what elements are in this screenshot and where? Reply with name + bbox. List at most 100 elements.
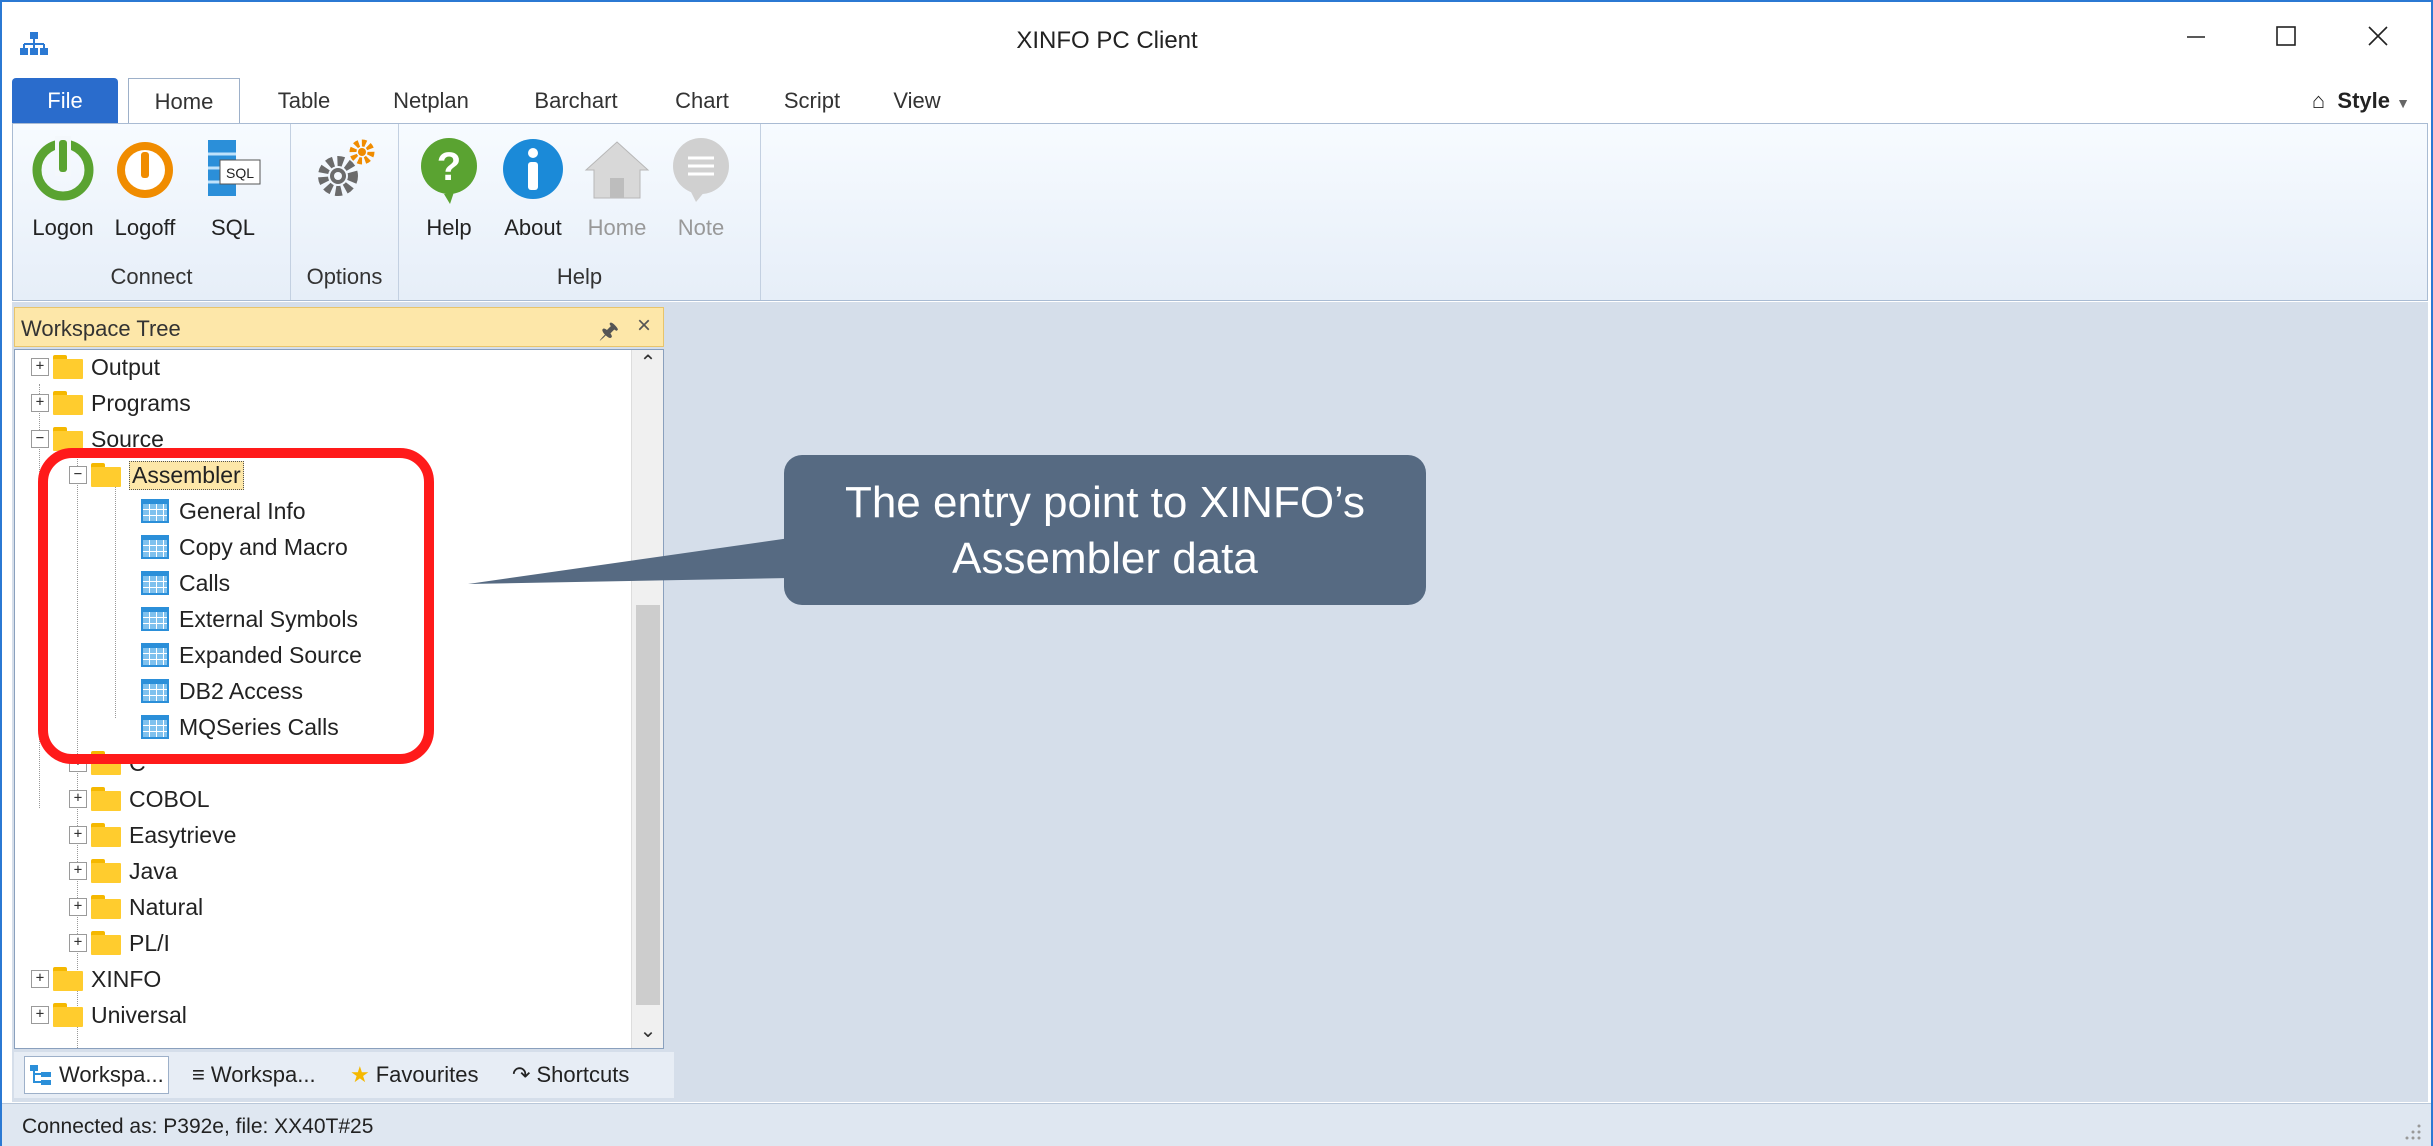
tree-node-output[interactable]: + Output	[31, 350, 160, 384]
tree-node-label: Easytrieve	[129, 821, 237, 848]
home-button[interactable]: Home	[577, 134, 657, 241]
note-label: Note	[677, 215, 725, 240]
info-icon	[503, 139, 563, 199]
expand-icon[interactable]: +	[69, 898, 87, 916]
expand-icon[interactable]: +	[69, 826, 87, 844]
star-icon: ★	[350, 1062, 370, 1087]
resize-grip-icon[interactable]	[2403, 1122, 2423, 1142]
about-button[interactable]: About	[493, 134, 573, 241]
workspace-tabs: Workspa... ≡ Workspa... ★ Favourites ↷ S…	[14, 1052, 674, 1098]
tab-chart[interactable]: Chart	[662, 78, 742, 124]
group-label-help: Help	[556, 264, 603, 289]
tree-node-label: Universal	[91, 1001, 187, 1028]
tree-node-label: XINFO	[91, 965, 162, 992]
expand-icon[interactable]: +	[69, 934, 87, 952]
maximize-icon	[2276, 26, 2296, 46]
group-label-options: Options	[306, 264, 383, 289]
tab-home[interactable]: Home	[128, 78, 240, 126]
sql-button[interactable]: SQL SQL	[193, 134, 273, 241]
tree-node-label: COBOL	[129, 785, 210, 812]
logoff-label: Logoff	[114, 215, 176, 240]
folder-icon	[91, 895, 121, 919]
folder-icon	[53, 1003, 83, 1027]
folder-icon	[91, 931, 121, 955]
tab-table[interactable]: Table	[264, 78, 344, 124]
collapse-ribbon-icon[interactable]: ⌂	[2312, 88, 2325, 113]
callout-box: The entry point to XINFO’s Assembler dat…	[784, 455, 1426, 605]
status-bar: Connected as: P392e, file: XX40T#25	[2, 1103, 2431, 1146]
tab-file[interactable]: File	[12, 78, 118, 124]
folder-icon	[53, 967, 83, 991]
workspace-panel-title: Workspace Tree	[21, 316, 181, 341]
tab-shortcuts[interactable]: ↷ Shortcuts	[512, 1062, 629, 1088]
maximize-button[interactable]	[2254, 14, 2318, 58]
status-text: Connected as: P392e, file: XX40T#25	[22, 1115, 374, 1138]
help-label: Help	[426, 215, 472, 240]
tree-node-java[interactable]: + Java	[69, 854, 178, 888]
options-button[interactable]	[305, 134, 385, 209]
chevron-down-icon: ▼	[2396, 95, 2410, 111]
tree-scrollbar[interactable]: ⌃ ⌄	[631, 350, 663, 1048]
logoff-button[interactable]: Logoff	[105, 134, 185, 241]
window-title: XINFO PC Client	[1016, 27, 1198, 54]
tab-label: Favourites	[375, 1062, 479, 1087]
pin-icon[interactable]: 🖈	[599, 314, 619, 352]
sql-label: SQL	[210, 215, 256, 240]
expand-icon[interactable]: +	[31, 970, 49, 988]
tab-view[interactable]: View	[882, 78, 952, 124]
collapse-icon[interactable]: −	[31, 430, 49, 448]
callout-line-1: The entry point to XINFO’s	[844, 478, 1366, 527]
tab-favourites[interactable]: ★ Favourites	[350, 1062, 478, 1088]
group-help: ? Help About Home Note Help	[399, 124, 761, 300]
group-options: Options	[291, 124, 399, 300]
tree-node-programs[interactable]: + Programs	[31, 386, 191, 420]
home-label: Home	[587, 215, 647, 240]
workspace-panel-header: Workspace Tree 🖈 ×	[14, 307, 664, 347]
tree-node-label: Java	[129, 857, 178, 884]
folder-icon	[91, 823, 121, 847]
panel-close-button[interactable]: ×	[637, 312, 651, 340]
note-icon	[673, 138, 729, 202]
tree-node-label: Natural	[129, 893, 204, 920]
tree-node-cobol[interactable]: + COBOL	[69, 782, 210, 816]
tab-barchart[interactable]: Barchart	[516, 78, 636, 124]
tab-workspace-tree[interactable]: Workspa...	[24, 1056, 169, 1094]
tree-node-universal[interactable]: + Universal	[31, 998, 187, 1032]
tree-node-xinfo[interactable]: + XINFO	[31, 962, 161, 996]
minimize-button[interactable]	[2164, 14, 2228, 58]
group-label-connect: Connect	[110, 264, 193, 289]
expand-icon[interactable]: +	[31, 1006, 49, 1024]
svg-text:SQL: SQL	[226, 165, 254, 181]
tree-icon	[30, 1065, 51, 1085]
title-bar: XINFO PC Client	[2, 2, 2431, 76]
list-icon: ≡	[192, 1062, 205, 1087]
tree-node-pli[interactable]: + PL/I	[69, 926, 170, 960]
tab-label: Shortcuts	[536, 1062, 630, 1087]
scroll-up-icon[interactable]: ⌃	[632, 350, 663, 380]
scroll-thumb[interactable]	[636, 605, 660, 1005]
style-menu[interactable]: ⌂ Style ▼	[2312, 88, 2410, 114]
help-button[interactable]: ? Help	[409, 134, 489, 241]
tree-node-natural[interactable]: + Natural	[69, 890, 203, 924]
expand-icon[interactable]: +	[69, 790, 87, 808]
expand-icon[interactable]: +	[31, 358, 49, 376]
style-label: Style	[2337, 88, 2391, 113]
folder-icon	[91, 859, 121, 883]
logon-label: Logon	[32, 215, 94, 240]
tab-script[interactable]: Script	[772, 78, 852, 124]
group-connect: Logon Logoff SQL SQL Connect	[13, 124, 291, 300]
tab-workspace-list[interactable]: ≡ Workspa...	[192, 1062, 316, 1088]
scroll-down-icon[interactable]: ⌄	[632, 1018, 663, 1048]
expand-icon[interactable]: +	[31, 394, 49, 412]
svg-text:?: ?	[437, 145, 461, 189]
close-button[interactable]	[2346, 14, 2410, 58]
ribbon-tab-row: File Home Table Netplan Barchart Chart S…	[12, 78, 2428, 126]
tree-node-easytrieve[interactable]: + Easytrieve	[69, 818, 236, 852]
home-icon	[584, 141, 650, 199]
tab-netplan[interactable]: Netplan	[376, 78, 486, 124]
ribbon-panel: Logon Logoff SQL SQL Connect Options ? H…	[12, 123, 2428, 301]
logon-button[interactable]: Logon	[23, 134, 103, 241]
callout-line-2: Assembler data	[952, 534, 1258, 583]
expand-icon[interactable]: +	[69, 862, 87, 880]
note-button[interactable]: Note	[661, 134, 741, 241]
